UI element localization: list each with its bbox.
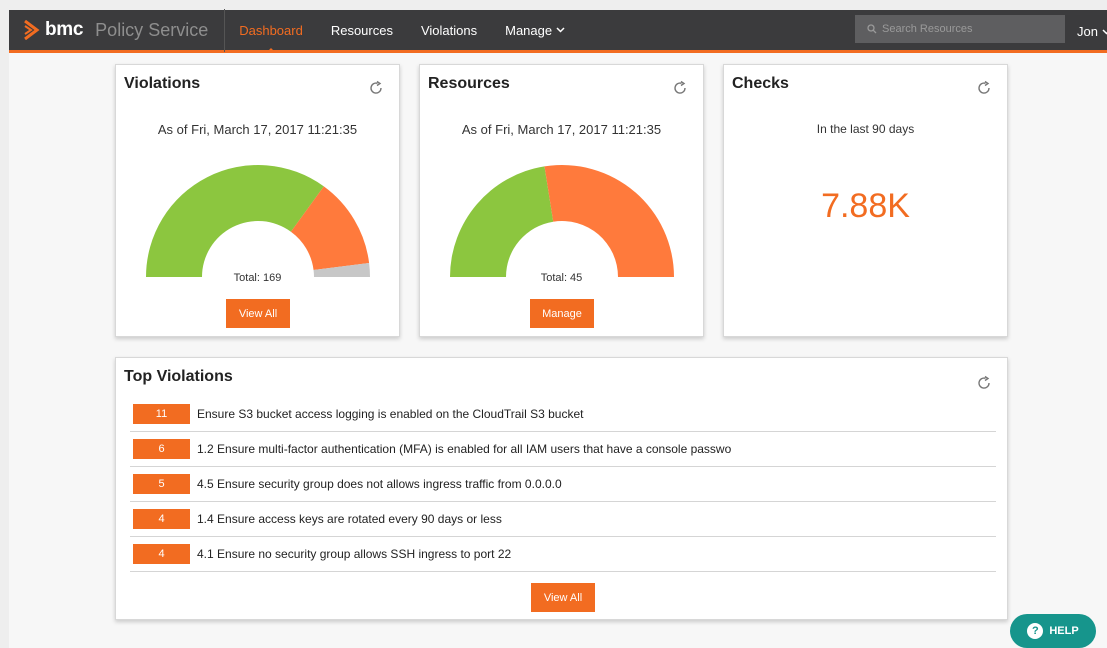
checks-card: Checks In the last 90 days 7.88K: [723, 64, 1008, 337]
nav-violations[interactable]: Violations: [421, 10, 477, 50]
list-item[interactable]: 5 4.5 Ensure security group does not all…: [130, 467, 996, 502]
resources-card: Resources As of Fri, March 17, 2017 11:2…: [419, 64, 704, 337]
app-title: Policy Service: [95, 19, 209, 40]
nav-divider: [224, 8, 226, 52]
violations-gauge-segment-0: [146, 165, 324, 277]
search-box[interactable]: [855, 15, 1065, 43]
checks-count: 7.88K: [821, 187, 910, 225]
top-navigation-bar: bmc Policy Service Dashboard Resources V…: [9, 8, 1107, 53]
list-item[interactable]: 4 1.4 Ensure access keys are rotated eve…: [130, 502, 996, 537]
nav-dashboard[interactable]: Dashboard: [239, 10, 303, 53]
violations-card-title: Violations: [124, 75, 201, 92]
resources-as-of: As of Fri, March 17, 2017 11:21:35: [461, 122, 662, 137]
top-violations-view-all-button[interactable]: View All: [531, 583, 595, 612]
bmc-chevron-icon: [24, 20, 40, 40]
violation-count-badge: 4: [133, 544, 190, 564]
list-item[interactable]: 11 Ensure S3 bucket access logging is en…: [130, 397, 996, 432]
chevron-down-icon: [556, 27, 565, 33]
violation-text[interactable]: 4.5 Ensure security group does not allow…: [197, 477, 987, 491]
refresh-icon[interactable]: [975, 374, 993, 392]
user-menu[interactable]: Jon: [1077, 10, 1107, 53]
refresh-icon[interactable]: [367, 79, 385, 97]
logo-text: bmc: [45, 19, 84, 40]
violations-as-of: As of Fri, March 17, 2017 11:21:35: [157, 122, 358, 137]
checks-period: In the last 90 days: [816, 122, 915, 136]
nav-manage-label: Manage: [505, 22, 553, 38]
top-violations-title: Top Violations: [124, 368, 233, 385]
top-violations-card: Top Violations 11 Ensure S3 bucket acces…: [115, 357, 1008, 620]
main-nav: Dashboard Resources Violations Manage: [239, 10, 593, 53]
nav-manage[interactable]: Manage: [505, 10, 565, 50]
bmc-logo[interactable]: bmc: [23, 19, 83, 41]
resources-card-title: Resources: [428, 75, 510, 92]
violations-gauge: [146, 165, 370, 277]
violation-text[interactable]: 1.2 Ensure multi-factor authentication (…: [197, 442, 987, 456]
refresh-icon[interactable]: [671, 79, 689, 97]
violations-view-all-button[interactable]: View All: [226, 299, 290, 328]
resources-total: Total: 45: [540, 272, 583, 284]
help-label: HELP: [1049, 625, 1079, 637]
question-icon: ?: [1027, 623, 1044, 639]
list-item[interactable]: 4 4.1 Ensure no security group allows SS…: [130, 537, 996, 572]
violation-count-badge: 6: [133, 439, 190, 459]
resources-gauge-segment-1: [544, 165, 674, 277]
violation-count-badge: 4: [133, 509, 190, 529]
chevron-down-icon: [1102, 28, 1107, 35]
violation-text[interactable]: 1.4 Ensure access keys are rotated every…: [197, 512, 987, 526]
search-icon: [867, 24, 877, 34]
help-button[interactable]: ? HELP: [1010, 614, 1096, 648]
refresh-icon[interactable]: [975, 79, 993, 97]
list-item[interactable]: 6 1.2 Ensure multi-factor authentication…: [130, 432, 996, 467]
user-name: Jon: [1077, 24, 1098, 39]
violation-count-badge: 11: [133, 404, 190, 424]
violation-text[interactable]: Ensure S3 bucket access logging is enabl…: [197, 407, 987, 421]
nav-resources[interactable]: Resources: [331, 10, 393, 50]
resources-gauge-segment-0: [450, 166, 554, 277]
violation-text[interactable]: 4.1 Ensure no security group allows SSH …: [197, 547, 987, 561]
checks-card-title: Checks: [732, 75, 789, 92]
violation-count-badge: 5: [133, 474, 190, 494]
search-input[interactable]: [882, 23, 1052, 35]
violations-card: Violations As of Fri, March 17, 2017 11:…: [115, 64, 400, 337]
resources-manage-button[interactable]: Manage: [530, 299, 594, 328]
violations-total: Total: 169: [233, 272, 282, 284]
resources-gauge: [450, 165, 674, 277]
